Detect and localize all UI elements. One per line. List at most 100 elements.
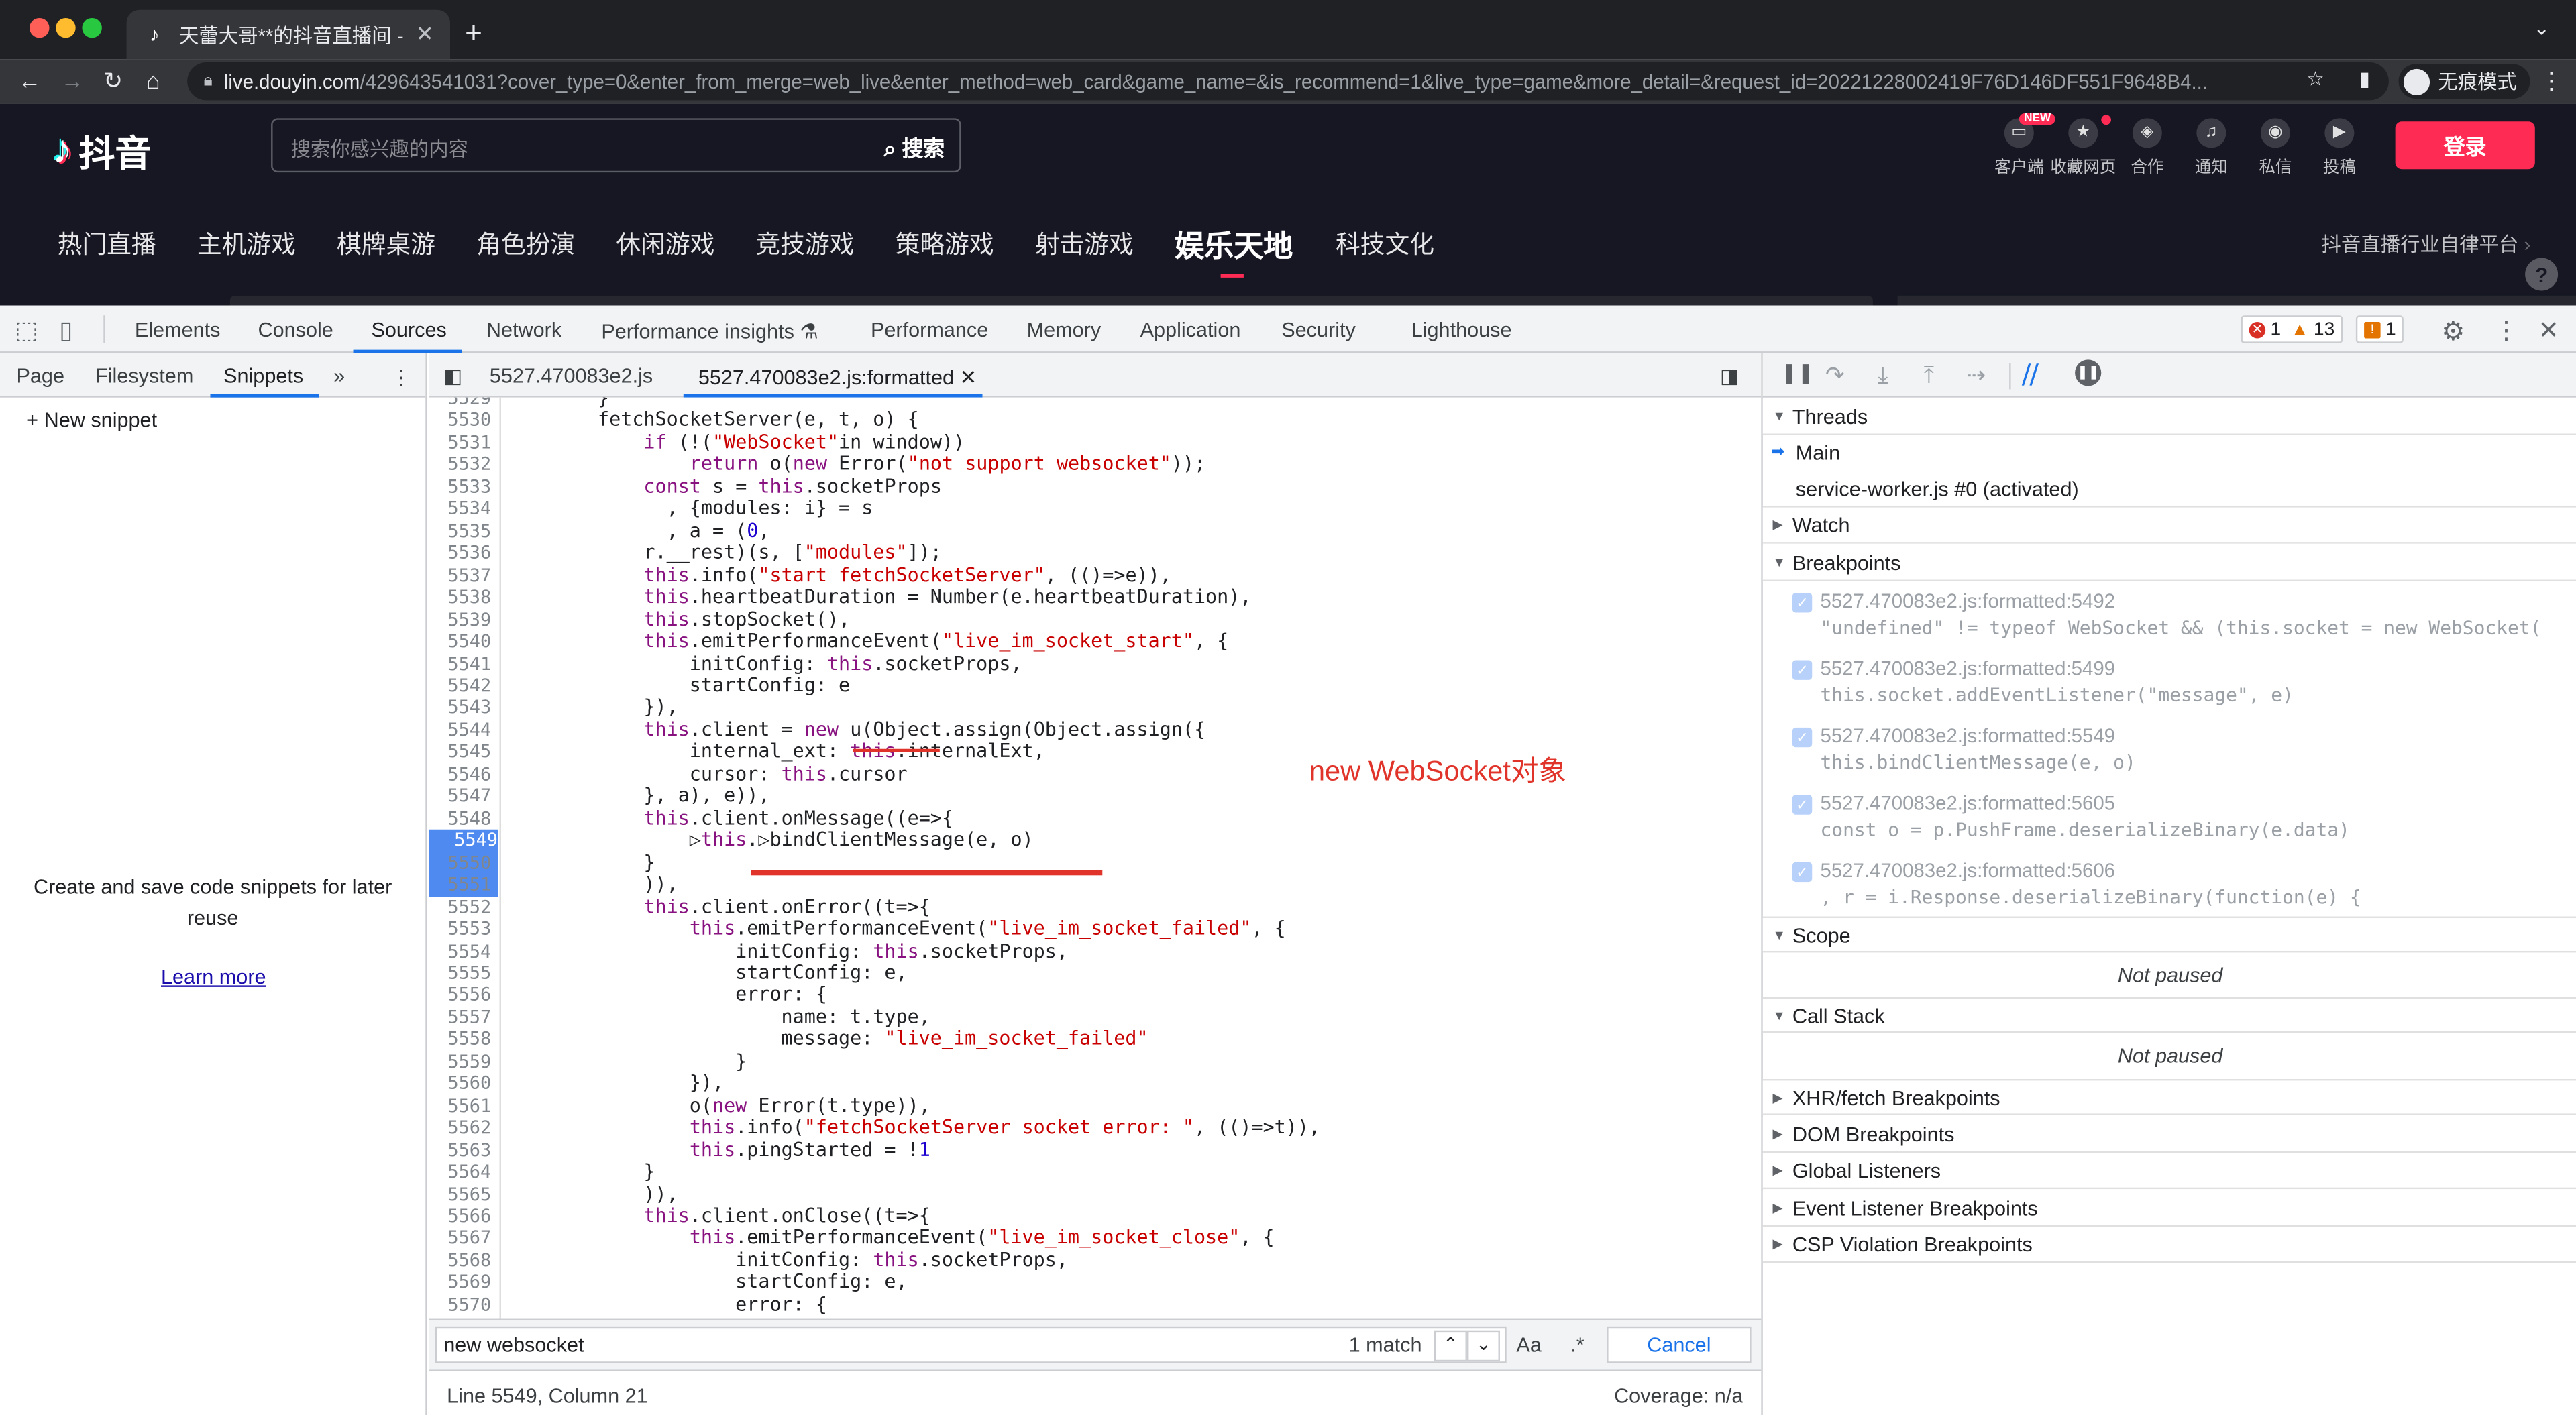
issues-counter[interactable]: ✕ 1 ▲ 13 (2241, 315, 2343, 343)
back-arrow-icon[interactable]: ← (18, 67, 41, 93)
breakpoint-checkbox[interactable]: ✓ (1792, 660, 1813, 680)
dom-breakpoints-section[interactable]: ▶ DOM Breakpoints (1762, 1117, 2576, 1153)
upload-button[interactable]: ▶ 投稿 (2305, 118, 2374, 177)
login-button[interactable]: 登录 (2395, 121, 2535, 170)
breakpoint-checkbox[interactable]: ✓ (1792, 593, 1813, 613)
threads-section[interactable]: ▼ Threads (1762, 399, 2576, 435)
call-stack-section[interactable]: ▼ Call Stack (1762, 997, 2576, 1033)
cancel-search-button[interactable]: Cancel (1607, 1326, 1752, 1363)
breakpoint-checkbox[interactable]: ✓ (1792, 795, 1813, 815)
tab-performance-insights[interactable]: Performance insights ⚗ (601, 319, 818, 343)
client-download-button[interactable]: ▭ 客户端 (1984, 118, 2053, 177)
event-listener-breakpoints-section[interactable]: ▶ Event Listener Breakpoints (1762, 1190, 2576, 1227)
step-out-icon[interactable]: ⤒ (1924, 361, 1934, 390)
search-input[interactable]: new websocket (435, 1326, 1507, 1363)
breakpoint-item[interactable]: ✓ 5527.470083e2.js:formatted:5549 this.bin… (1789, 721, 2561, 788)
category-console-games[interactable]: 主机游戏 (197, 227, 296, 261)
address-bar[interactable]: 🔒︎ live.douyin.com/429643541031?cover_ty… (187, 62, 2389, 101)
settings-gear-icon[interactable]: ⚙ (2441, 315, 2465, 348)
close-window-button[interactable] (30, 17, 50, 38)
messages-counter[interactable]: ! 1 (2355, 315, 2404, 343)
nav-tab-page[interactable]: Page (16, 365, 64, 388)
new-snippet-button[interactable]: + New snippet (26, 409, 157, 432)
douyin-logo[interactable]: ♪ 抖音 (52, 125, 151, 177)
csp-violation-breakpoints-section[interactable]: ▶ CSP Violation Breakpoints (1762, 1227, 2576, 1263)
thread-main[interactable]: ➡ Main (1763, 435, 2576, 471)
breakpoint-item[interactable]: ✓ 5527.470083e2.js:formatted:5499 this.soc… (1789, 654, 2561, 721)
browser-tab[interactable]: ♪ 天蕾大哥**的抖音直播间 - 抖音直 ✕ (126, 9, 451, 60)
tab-application[interactable]: Application (1140, 319, 1241, 341)
home-icon[interactable]: ⌂ (146, 67, 160, 93)
close-tab-icon[interactable]: ✕ (416, 21, 434, 48)
incognito-indicator[interactable]: 无痕模式 (2398, 64, 2530, 99)
new-tab-button[interactable]: + (465, 16, 482, 50)
side-panel-icon[interactable]: ▮ (2359, 67, 2370, 90)
category-role-play[interactable]: 角色扮演 (476, 227, 575, 261)
reload-icon[interactable]: ↻ (103, 67, 123, 95)
notifications-button[interactable]: ♫ 通知 (2177, 118, 2246, 177)
breakpoint-checkbox[interactable]: ✓ (1792, 727, 1813, 748)
nav-tab-filesystem[interactable]: Filesystem (95, 365, 193, 388)
more-tabs-icon[interactable]: » (333, 365, 345, 388)
devtools-menu-icon[interactable]: ⋮ (2494, 315, 2519, 345)
watch-section[interactable]: ▶ Watch (1762, 507, 2576, 544)
messages-button[interactable]: ◉ 私信 (2241, 118, 2310, 177)
navigator-menu-icon[interactable]: ⋮ (391, 365, 412, 389)
close-tab-icon[interactable]: ✕ (960, 366, 977, 389)
step-into-icon[interactable]: ⤓ (1878, 361, 1888, 390)
maximize-window-button[interactable] (82, 17, 102, 38)
breakpoint-item[interactable]: ✓ 5527.470083e2.js:formatted:5606, r = i.… (1789, 856, 2561, 923)
device-toolbar-icon[interactable]: ▯ (59, 315, 72, 345)
learn-more-link[interactable]: Learn more (161, 966, 266, 988)
tab-memory[interactable]: Memory (1027, 319, 1102, 341)
regex-button[interactable]: .* (1570, 1334, 1584, 1357)
tab-sources[interactable]: Sources (371, 319, 446, 341)
pause-on-exceptions-icon[interactable]: ❚❚ (2075, 359, 2102, 386)
xhr-breakpoints-section[interactable]: ▶ XHR/fetch Breakpoints (1762, 1078, 2576, 1115)
favorite-page-button[interactable]: ★ 收藏网页 (2049, 118, 2118, 177)
browser-menu-icon[interactable]: ⋮ (2540, 67, 2563, 95)
category-entertainment[interactable]: 娱乐天地 (1175, 223, 1293, 266)
tab-performance[interactable]: Performance (871, 319, 988, 341)
match-case-button[interactable]: Aa (1516, 1334, 1541, 1357)
category-tech-culture[interactable]: 科技文化 (1336, 227, 1434, 261)
category-strategy-games[interactable]: 策略游戏 (896, 227, 994, 261)
forward-arrow-icon[interactable]: → (61, 67, 84, 93)
self-regulation-platform-link[interactable]: 抖音直播行业自律平台 › (2321, 230, 2530, 258)
tab-network[interactable]: Network (486, 319, 561, 341)
breakpoint-item[interactable]: ✓ 5527.470083e2.js:formatted:5492 "undefin… (1789, 586, 2561, 653)
category-casual-games[interactable]: 休闲游戏 (616, 227, 714, 261)
toggle-debugger-icon[interactable]: ◨ (1720, 365, 1739, 388)
tab-search-chevron-icon[interactable]: ⌄ (2533, 16, 2550, 39)
deactivate-breakpoints-icon[interactable]: ⧸⧸ (2023, 361, 2038, 390)
tab-security[interactable]: Security (1281, 319, 1356, 341)
nav-tab-snippets[interactable]: Snippets (223, 365, 303, 388)
step-icon[interactable]: ⇢ (1966, 361, 1986, 390)
tab-console[interactable]: Console (258, 319, 333, 341)
step-over-icon[interactable]: ↷ (1825, 361, 1845, 390)
code-editor[interactable]: 5529 5530 5531 5532 5533 5534 5535 5536 5537 5538… (429, 397, 1762, 1319)
help-icon[interactable]: ? (2525, 258, 2559, 291)
inspect-element-icon[interactable]: ⬚ (15, 315, 38, 345)
previous-match-icon[interactable]: ⌃ (1434, 1330, 1467, 1362)
editor-tab-formatted[interactable]: 5527.470083e2.js:formatted ✕ (698, 365, 977, 389)
toggle-navigator-icon[interactable]: ◧ (443, 365, 462, 388)
tab-lighthouse[interactable]: Lighthouse (1411, 319, 1512, 341)
breakpoint-checkbox[interactable]: ✓ (1792, 862, 1813, 883)
pause-icon[interactable]: ❚❚ (1781, 361, 1814, 384)
breakpoint-item[interactable]: ✓ 5527.470083e2.js:formatted:5605 const o … (1789, 789, 2561, 856)
category-board-games[interactable]: 棋牌桌游 (337, 227, 435, 261)
scope-section[interactable]: ▼ Scope (1762, 916, 2576, 953)
tab-elements[interactable]: Elements (135, 319, 221, 341)
global-listeners-section[interactable]: ▶ Global Listeners (1762, 1153, 2576, 1190)
category-shooting-games[interactable]: 射击游戏 (1035, 227, 1134, 261)
editor-tab-js[interactable]: 5527.470083e2.js (490, 365, 653, 388)
cooperation-button[interactable]: ◈ 合作 (2112, 118, 2182, 177)
category-hot-live[interactable]: 热门直播 (58, 227, 156, 261)
site-search-box[interactable]: 搜索你感兴趣的内容 ⌕ 搜索 (271, 118, 961, 173)
category-competitive-games[interactable]: 竞技游戏 (756, 227, 855, 261)
search-button[interactable]: ⌕ 搜索 (884, 131, 945, 163)
star-bookmark-icon[interactable]: ☆ (2306, 67, 2324, 90)
breakpoints-section[interactable]: ▼ Breakpoints (1762, 545, 2576, 581)
next-match-icon[interactable]: ⌄ (1466, 1330, 1500, 1362)
